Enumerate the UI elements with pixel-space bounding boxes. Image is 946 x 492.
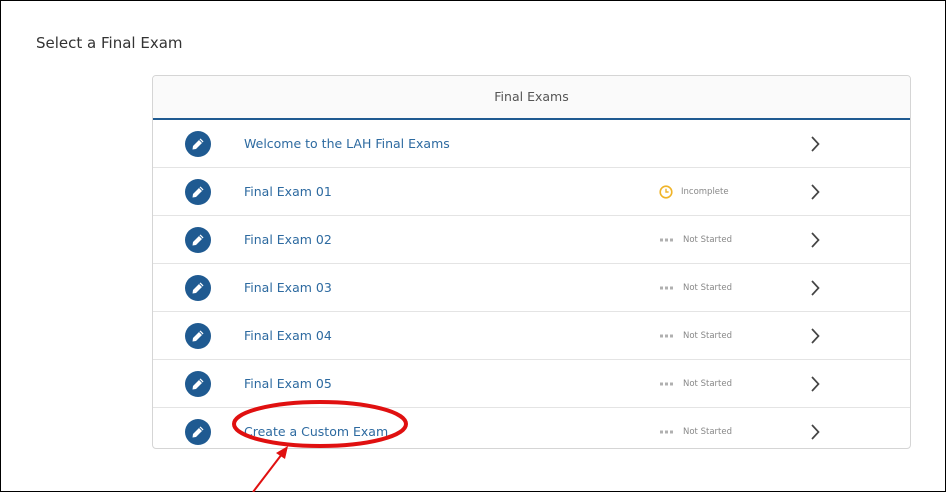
status-label: Not Started <box>683 234 732 245</box>
exam-title-link[interactable]: Final Exam 03 <box>244 264 332 311</box>
dots-icon <box>660 430 673 433</box>
status-badge: Not Started <box>659 408 732 448</box>
exam-title-link[interactable]: Welcome to the LAH Final Exams <box>244 120 450 167</box>
chevron-right-icon[interactable] <box>809 183 821 201</box>
page-title: Select a Final Exam <box>36 34 183 52</box>
exam-row[interactable]: Welcome to the LAH Final Exams <box>153 120 910 168</box>
pencil-icon <box>185 371 211 397</box>
final-exams-panel: Final Exams Welcome to the LAH Final Exa… <box>152 75 911 449</box>
pencil-icon <box>185 131 211 157</box>
pencil-icon <box>185 323 211 349</box>
exam-row[interactable]: Create a Custom Exam Not Started <box>153 408 910 448</box>
status-label: Not Started <box>683 282 732 293</box>
chevron-right-icon[interactable] <box>809 375 821 393</box>
status-label: Incomplete <box>681 186 729 197</box>
chevron-right-icon[interactable] <box>809 279 821 297</box>
exam-row[interactable]: Final Exam 03 Not Started <box>153 264 910 312</box>
exam-row[interactable]: Final Exam 02 Not Started <box>153 216 910 264</box>
pencil-icon <box>185 179 211 205</box>
exam-row[interactable]: Final Exam 04 Not Started <box>153 312 910 360</box>
status-badge: Not Started <box>659 264 732 311</box>
status-badge: Incomplete <box>659 168 729 215</box>
exam-title-link[interactable]: Final Exam 01 <box>244 168 332 215</box>
dots-icon <box>660 238 673 241</box>
pencil-icon <box>185 227 211 253</box>
screenshot-frame: Select a Final Exam Final Exams Welcome … <box>0 0 946 492</box>
chevron-right-icon[interactable] <box>809 135 821 153</box>
exam-title-link[interactable]: Final Exam 04 <box>244 312 332 359</box>
status-label: Not Started <box>683 378 732 389</box>
pencil-icon <box>185 419 211 445</box>
chevron-right-icon[interactable] <box>809 327 821 345</box>
status-label: Not Started <box>683 426 732 437</box>
dots-icon <box>660 334 673 337</box>
clock-icon <box>659 184 673 199</box>
chevron-right-icon[interactable] <box>809 423 821 441</box>
status-label: Not Started <box>683 330 732 341</box>
exam-row[interactable]: Final Exam 01 Incomplete <box>153 168 910 216</box>
pencil-icon <box>185 275 211 301</box>
exam-list: Welcome to the LAH Final Exams Final Exam… <box>153 120 910 448</box>
status-badge: Not Started <box>659 216 732 263</box>
exam-row[interactable]: Final Exam 05 Not Started <box>153 360 910 408</box>
chevron-right-icon[interactable] <box>809 231 821 249</box>
exam-title-link[interactable]: Final Exam 02 <box>244 216 332 263</box>
status-badge: Not Started <box>659 312 732 359</box>
exam-title-link[interactable]: Create a Custom Exam <box>244 408 388 448</box>
status-badge: Not Started <box>659 360 732 407</box>
exam-title-link[interactable]: Final Exam 05 <box>244 360 332 407</box>
dots-icon <box>660 286 673 289</box>
panel-header: Final Exams <box>153 76 910 120</box>
dots-icon <box>660 382 673 385</box>
